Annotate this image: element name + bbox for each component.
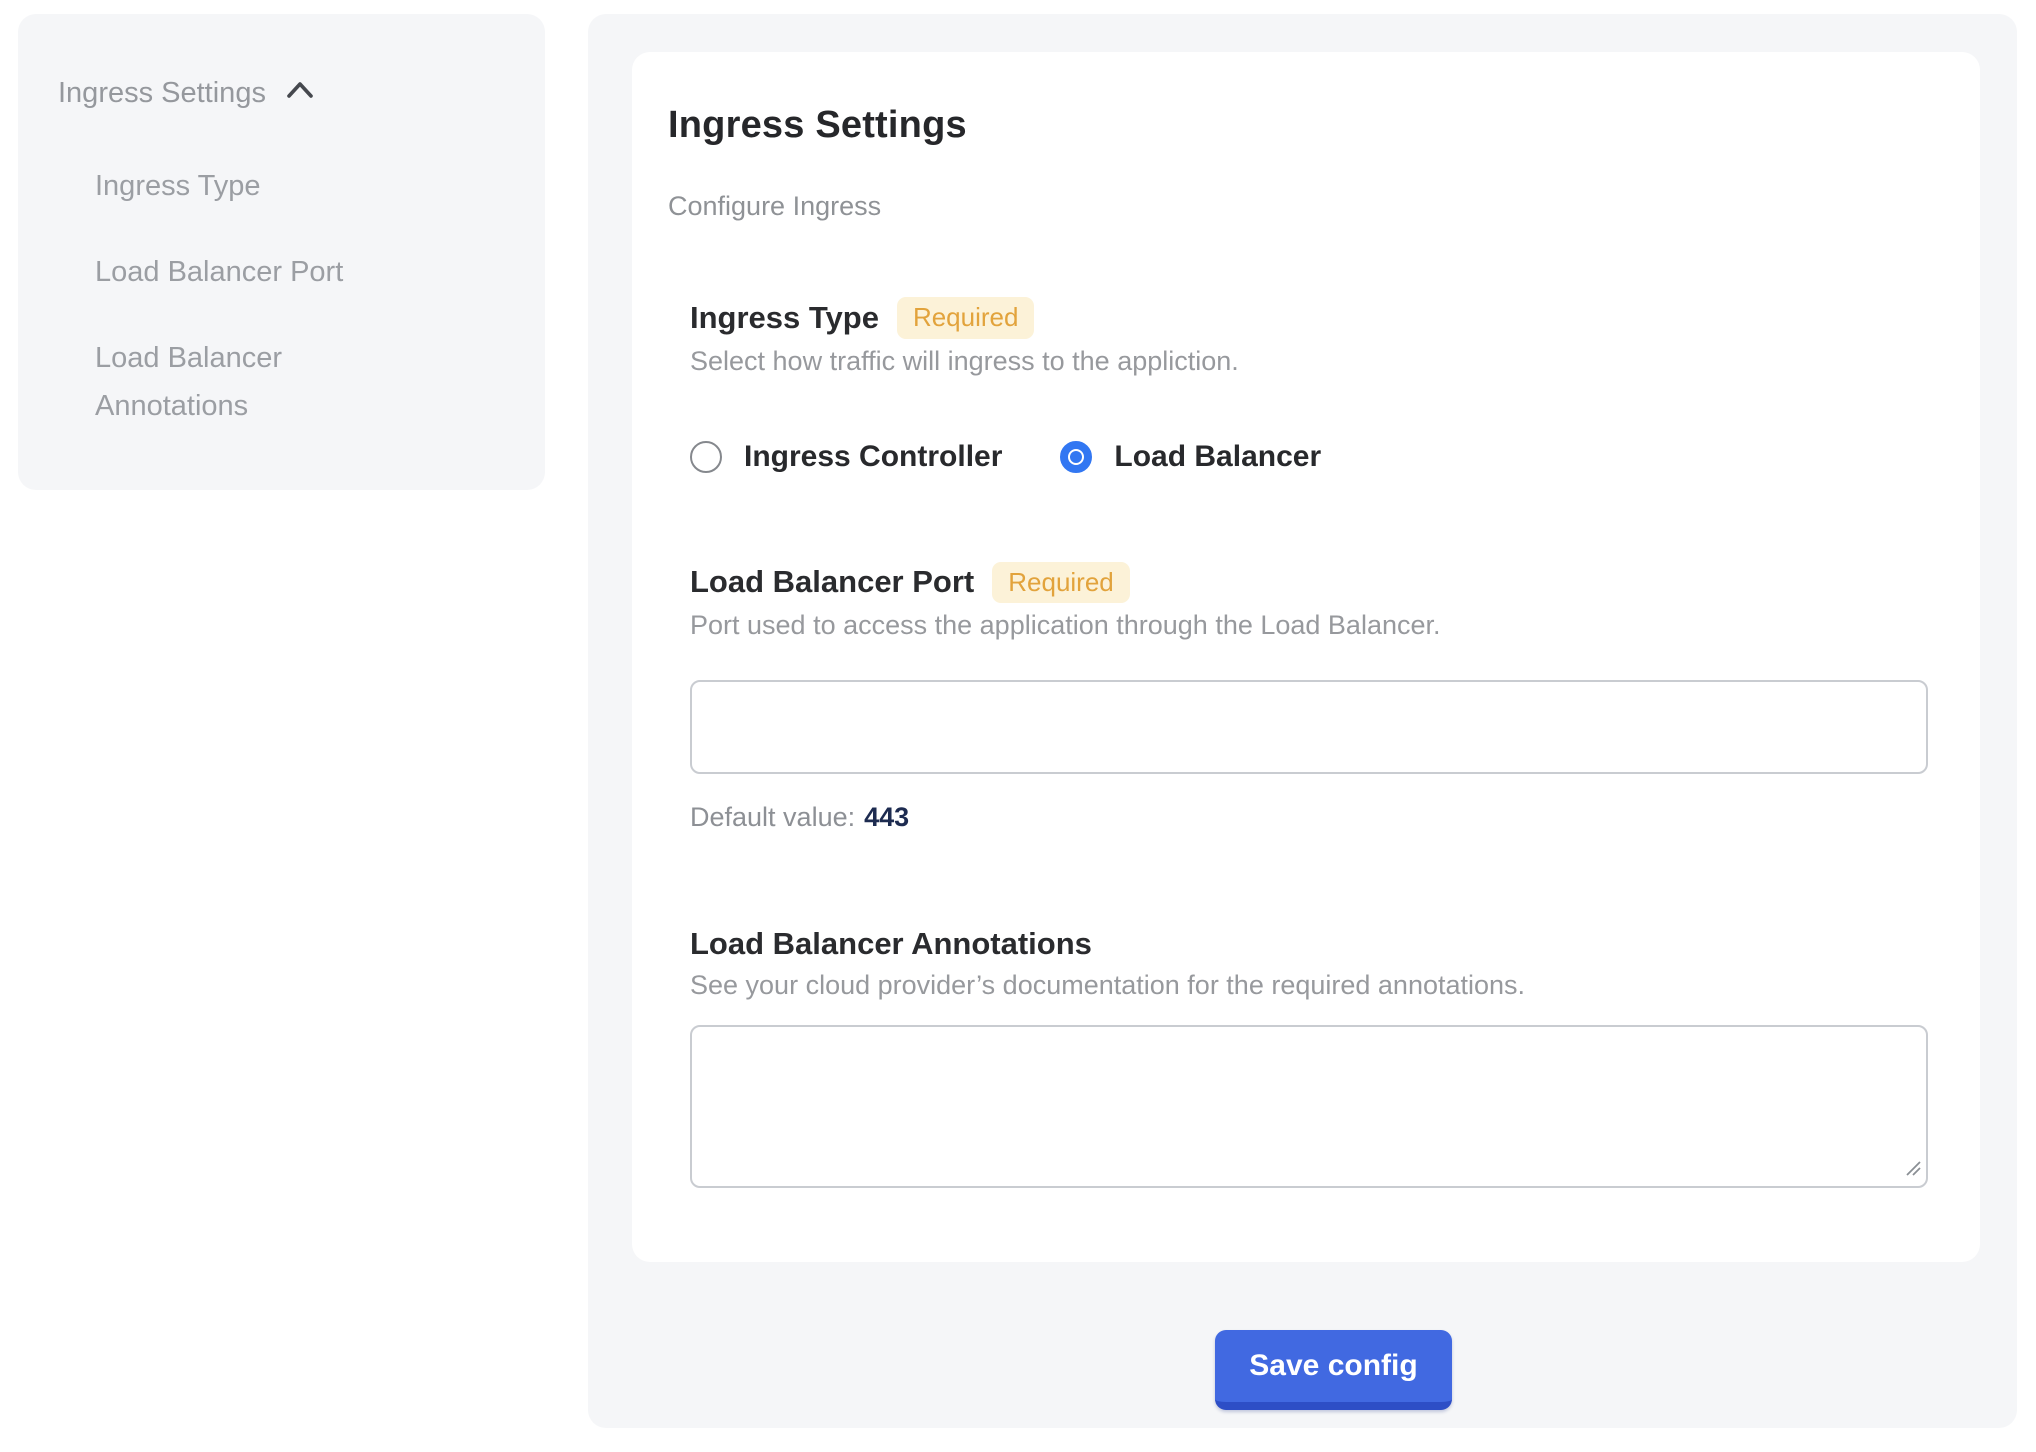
field-ingress-type: Ingress Type Required Select how traffic… (690, 297, 1932, 474)
radio-load-balancer-label[interactable]: Load Balancer (1114, 440, 1321, 474)
default-value: 443 (864, 802, 909, 832)
radio-ingress-controller-label[interactable]: Ingress Controller (744, 440, 1002, 474)
load-balancer-annotations-description: See your cloud provider’s documentation … (690, 968, 1932, 1002)
load-balancer-annotations-textarea[interactable] (690, 1025, 1928, 1188)
default-value-label: Default value: (690, 802, 855, 832)
annotations-textarea-wrap (690, 1025, 1928, 1188)
radio-load-balancer-icon[interactable] (1060, 441, 1092, 473)
load-balancer-port-input[interactable] (690, 680, 1928, 774)
sidebar-item-load-balancer-port[interactable]: Load Balancer Port (95, 248, 415, 296)
sidebar-item-ingress-type[interactable]: Ingress Type (95, 162, 415, 210)
ingress-type-label: Ingress Type (690, 299, 879, 337)
field-load-balancer-port: Load Balancer Port Required Port used to… (690, 562, 1932, 834)
required-badge: Required (992, 562, 1130, 604)
settings-sidebar: Ingress Settings Ingress Type Load Balan… (18, 14, 545, 490)
page-subtitle: Configure Ingress (668, 191, 1932, 221)
required-badge: Required (897, 297, 1035, 339)
page-title: Ingress Settings (668, 103, 1932, 147)
save-config-button[interactable]: Save config (1215, 1330, 1452, 1410)
ingress-type-radio-group: Ingress Controller Load Balancer (690, 440, 1932, 474)
sidebar-item-list: Ingress Type Load Balancer Port Load Bal… (95, 162, 505, 430)
load-balancer-annotations-label: Load Balancer Annotations (690, 925, 1092, 963)
sidebar-section-ingress-settings[interactable]: Ingress Settings (58, 74, 505, 112)
ingress-settings-card: Ingress Settings Configure Ingress Ingre… (632, 52, 1980, 1262)
main-panel: Ingress Settings Configure Ingress Ingre… (588, 14, 2017, 1428)
load-balancer-port-label: Load Balancer Port (690, 563, 974, 601)
default-value-row: Default value: 443 (690, 802, 1932, 833)
radio-option-ingress-controller[interactable]: Ingress Controller (690, 440, 1002, 474)
field-load-balancer-annotations: Load Balancer Annotations See your cloud… (690, 925, 1932, 1188)
chevron-up-icon (284, 78, 316, 112)
form-fields: Ingress Type Required Select how traffic… (690, 297, 1932, 1188)
load-balancer-port-description: Port used to access the application thro… (690, 608, 1932, 642)
radio-ingress-controller-icon[interactable] (690, 441, 722, 473)
sidebar-item-load-balancer-annotations[interactable]: Load Balancer Annotations (95, 334, 415, 430)
sidebar-section-label: Ingress Settings (58, 77, 266, 110)
radio-option-load-balancer[interactable]: Load Balancer (1060, 440, 1321, 474)
ingress-type-description: Select how traffic will ingress to the a… (690, 344, 1932, 378)
